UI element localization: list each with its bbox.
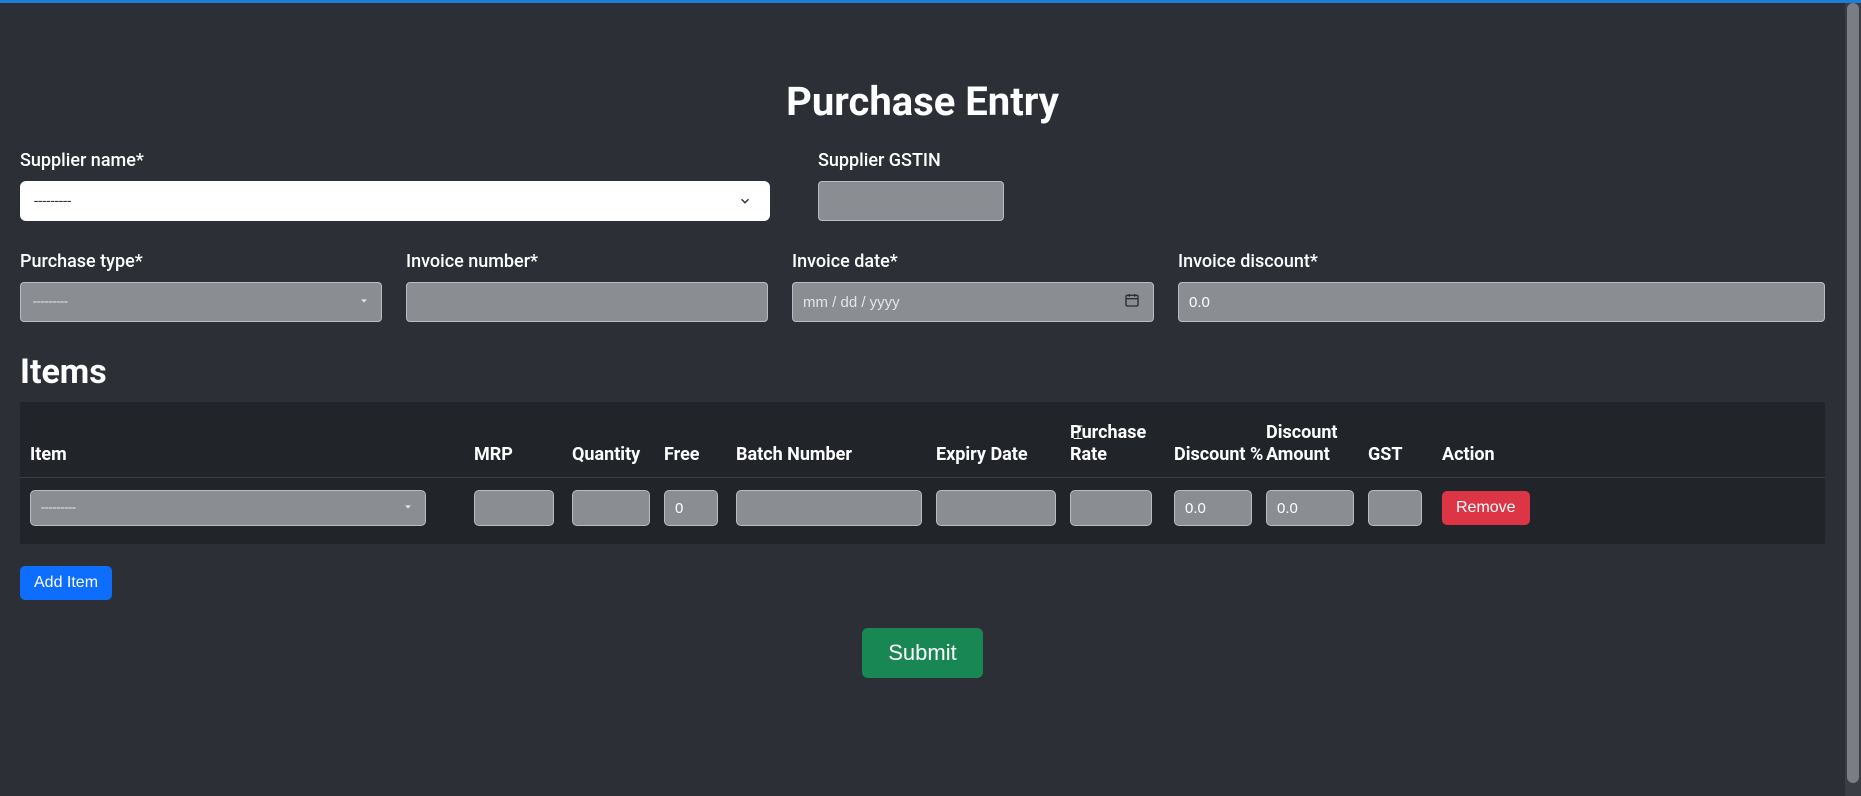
purchase-type-selected: --------- <box>33 294 68 310</box>
purchase-type-select[interactable]: --------- <box>20 282 382 322</box>
add-item-button[interactable]: Add Item <box>20 566 112 600</box>
batch-input[interactable] <box>736 490 922 526</box>
caret-down-icon <box>403 500 413 516</box>
mrp-input[interactable] <box>474 490 554 526</box>
caret-down-icon <box>359 294 369 310</box>
expiry-input[interactable] <box>936 490 1056 526</box>
col-qty-header: Quantity <box>572 444 664 466</box>
supplier-name-select[interactable]: --------- <box>20 181 770 221</box>
invoice-discount-input[interactable] <box>1178 282 1825 322</box>
items-header-row: Item MRP Quantity Free Batch Number Expi… <box>20 402 1825 478</box>
col-free-header: Free <box>664 444 736 466</box>
col-item-header: Item <box>30 444 474 466</box>
rate-input[interactable] <box>1070 490 1152 526</box>
invoice-date-label: Invoice date* <box>792 251 1154 272</box>
vertical-scrollbar[interactable] <box>1845 3 1861 796</box>
invoice-number-label: Invoice number* <box>406 251 768 272</box>
discount-amt-input[interactable] <box>1266 490 1354 526</box>
col-discp-header: Discount % <box>1174 444 1266 466</box>
purchase-type-label: Purchase type* <box>20 251 382 272</box>
col-action-header: Action <box>1442 444 1532 466</box>
col-gst-header: GST <box>1368 444 1442 466</box>
item-select[interactable]: --------- <box>30 490 426 526</box>
supplier-row: Supplier name* --------- Supplier GSTIN <box>20 150 1825 221</box>
invoice-number-input[interactable] <box>406 282 768 322</box>
remove-button[interactable]: Remove <box>1442 491 1530 525</box>
supplier-gstin-input[interactable] <box>818 181 1004 221</box>
table-row: --------- Remove <box>20 478 1825 544</box>
invoice-discount-label: Invoice discount* <box>1178 251 1825 272</box>
supplier-name-selected: --------- <box>34 192 71 210</box>
free-input[interactable] <box>664 490 718 526</box>
page-title: Purchase Entry <box>20 78 1825 125</box>
col-disca-header: Discount Amount <box>1266 422 1368 465</box>
items-heading: Items <box>20 352 1825 392</box>
scrollbar-thumb[interactable] <box>1847 3 1859 783</box>
chevron-down-icon <box>738 194 752 208</box>
supplier-gstin-label: Supplier GSTIN <box>818 150 1004 171</box>
submit-button[interactable]: Submit <box>862 628 982 678</box>
col-expiry-header: Expiry Date <box>936 444 1070 466</box>
item-selected: --------- <box>41 500 76 516</box>
gst-input[interactable] <box>1368 490 1422 526</box>
col-rate-header: Purchase Rate <box>1070 422 1174 465</box>
items-table: Item MRP Quantity Free Batch Number Expi… <box>20 402 1825 544</box>
col-batch-header: Batch Number <box>736 444 936 466</box>
quantity-input[interactable] <box>572 490 650 526</box>
purchase-details-row: Purchase type* --------- Invoice number*… <box>20 251 1825 322</box>
col-mrp-header: MRP <box>474 444 572 466</box>
discount-pct-input[interactable] <box>1174 490 1252 526</box>
supplier-name-label: Supplier name* <box>20 150 770 171</box>
invoice-date-input[interactable] <box>792 282 1154 322</box>
